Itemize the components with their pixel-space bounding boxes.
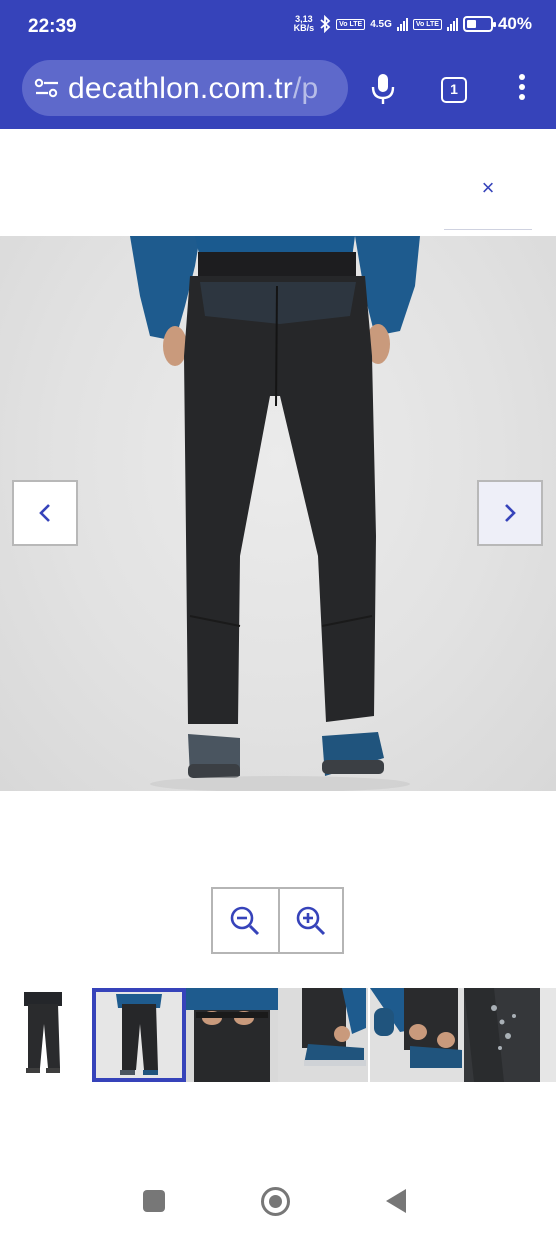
zoom-in-icon (296, 906, 325, 935)
product-image[interactable] (0, 236, 556, 791)
network-type: 4.5G (370, 18, 392, 30)
microphone-icon[interactable] (370, 72, 396, 106)
zoom-out-button[interactable] (213, 889, 278, 952)
signal-icon-2 (446, 17, 458, 31)
zoom-controls (211, 887, 344, 954)
thumbnail-1[interactable] (0, 988, 88, 1082)
system-navigation-bar (0, 1170, 556, 1235)
previous-image-button[interactable] (12, 480, 78, 546)
chevron-right-icon (505, 504, 516, 522)
more-menu-icon[interactable] (512, 74, 532, 104)
thumbnail-image (186, 988, 278, 1082)
browser-toolbar: decathlon.com.tr/p 1 (0, 56, 556, 129)
battery-percent: 40% (497, 14, 532, 33)
zoom-out-icon (230, 906, 260, 935)
zoom-in-button[interactable] (277, 889, 343, 952)
thumbnail-image (302, 988, 366, 1066)
thumbnail-2-selected[interactable] (92, 988, 186, 1082)
status-bar: 22:39 3,13 KB/s Vo LTE 4.5G Vo LTE 40% (0, 0, 556, 56)
volte-badge-1: Vo LTE (336, 18, 366, 30)
recents-square-icon[interactable] (143, 1190, 165, 1212)
thumbnail-3[interactable] (186, 988, 278, 1082)
battery-icon (462, 16, 496, 32)
signal-icon-1 (396, 17, 408, 31)
tab-switcher-icon[interactable]: 1 (441, 77, 467, 103)
thumbnail-5[interactable] (370, 988, 464, 1082)
thumbnail-4[interactable] (278, 988, 368, 1082)
status-time: 22:39 (28, 16, 77, 37)
home-circle-icon[interactable] (261, 1187, 290, 1216)
address-bar[interactable]: decathlon.com.tr/p (22, 60, 348, 116)
thumbnail-image (370, 988, 462, 1068)
thumbnail-strip (0, 988, 556, 1084)
thumbnail-image (464, 988, 556, 1082)
back-triangle-icon[interactable] (386, 1189, 406, 1213)
thumbnail-image (116, 994, 162, 1075)
volte-badge-2: Vo LTE (412, 18, 442, 30)
thumbnail-6[interactable] (464, 988, 556, 1082)
url-text[interactable]: decathlon.com.tr/p (68, 72, 318, 106)
product-photo-illustration (130, 236, 420, 791)
thumbnail-image (24, 992, 62, 1073)
status-indicators: 3,13 KB/s Vo LTE 4.5G Vo LTE 40% (294, 14, 532, 34)
next-image-button[interactable] (477, 480, 543, 546)
chevron-left-icon (39, 504, 50, 522)
network-speed: 3,13 KB/s (293, 14, 315, 33)
close-divider (444, 229, 532, 230)
battery-level (466, 20, 476, 28)
url-path: /p (292, 72, 319, 105)
close-icon[interactable]: × (470, 170, 506, 206)
site-settings-icon[interactable] (34, 78, 60, 98)
url-domain: decathlon.com.tr (68, 72, 293, 105)
bluetooth-icon (320, 15, 331, 33)
